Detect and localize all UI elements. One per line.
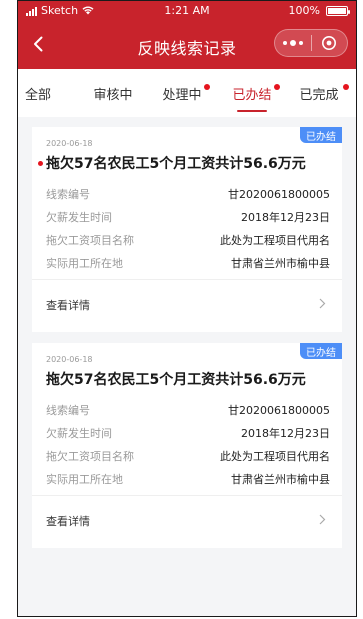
row-value: 此处为工程项目代用名 [220,450,330,463]
card-date: 2020-06-18 [46,139,93,148]
status-bar: Sketch 1:21 AM 100% [18,1,356,20]
row-key: 实际用工所在地 [46,473,123,486]
row-value: 甘2020061800005 [228,188,330,201]
unread-dot [204,84,210,90]
more-button[interactable] [275,30,311,56]
tab-label: 处理中 [162,87,202,103]
card-divider [32,279,342,280]
unread-dot [343,84,349,90]
card-title: 拖欠57名农民工5个月工资共计56.6万元 [38,153,306,173]
tab-label: 全部 [24,87,51,103]
card-title-text: 拖欠57名农民工5个月工资共计56.6万元 [46,372,306,388]
filter-tabs: 全部 审核中 处理中 已办结 已完成 [18,69,356,117]
row-value: 甘肃省兰州市榆中县 [231,257,330,270]
target-icon [322,36,337,50]
battery-percent: 100% [288,4,320,17]
row-key: 线索编号 [46,404,90,417]
view-detail-link[interactable]: 查看详情 [46,513,90,529]
info-row: 实际用工所在地 甘肃省兰州市榆中县 [46,469,330,489]
row-value: 此处为工程项目代用名 [220,234,330,247]
row-value: 甘2020061800005 [228,404,330,417]
card-divider [32,495,342,496]
navigation-bar: 反映线索记录 [18,20,356,69]
info-row: 拖欠工资项目名称 此处为工程项目代用名 [46,230,330,250]
card-title-text: 拖欠57名农民工5个月工资共计56.6万元 [46,156,306,172]
row-key: 拖欠工资项目名称 [46,450,134,463]
more-dot-right [298,41,303,45]
row-value: 2018年12月23日 [241,427,330,440]
info-row: 欠薪发生时间 2018年12月23日 [46,207,330,227]
tab-all[interactable]: 全部 [18,69,58,117]
card-title: 拖欠57名农民工5个月工资共计56.6万元 [46,369,306,389]
card-date: 2020-06-18 [46,355,93,364]
clue-card[interactable]: 2020-06-18 已办结 拖欠57名农民工5个月工资共计56.6万元 线索编… [32,343,342,548]
mini-program-capsule [274,29,348,57]
close-button[interactable] [312,30,348,56]
status-right: 100% [288,4,350,17]
battery-icon [326,5,350,16]
chevron-right-icon[interactable] [314,511,330,527]
info-row: 欠薪发生时间 2018年12月23日 [46,423,330,443]
phone-frame: Sketch 1:21 AM 100% 反映线索记录 全部 审核中 处理中 已办… [17,0,357,617]
status-badge: 已办结 [300,343,342,359]
chevron-right-icon[interactable] [314,295,330,311]
row-key: 拖欠工资项目名称 [46,234,134,247]
more-dots-icon [282,41,287,45]
more-dot-center [289,40,296,46]
info-row: 拖欠工资项目名称 此处为工程项目代用名 [46,446,330,466]
clue-card[interactable]: 2020-06-18 已办结 拖欠57名农民工5个月工资共计56.6万元 线索编… [32,127,342,332]
unread-dot [38,160,43,166]
status-badge: 已办结 [300,127,342,143]
row-key: 欠薪发生时间 [46,211,112,224]
info-row: 线索编号 甘2020061800005 [46,400,330,420]
tab-closed[interactable]: 已办结 [224,69,280,117]
app-header: Sketch 1:21 AM 100% 反映线索记录 [18,1,356,69]
tab-label: 已完成 [299,87,339,103]
row-key: 欠薪发生时间 [46,427,112,440]
info-row: 实际用工所在地 甘肃省兰州市榆中县 [46,253,330,273]
view-detail-link[interactable]: 查看详情 [46,297,90,313]
tab-label: 审核中 [93,87,133,103]
tab-label: 已办结 [232,87,272,103]
row-key: 线索编号 [46,188,90,201]
unread-dot [274,84,280,90]
info-row: 线索编号 甘2020061800005 [46,184,330,204]
row-value: 甘肃省兰州市榆中县 [231,473,330,486]
tab-processing[interactable]: 处理中 [154,69,210,117]
tab-completed[interactable]: 已完成 [291,69,349,117]
tab-reviewing[interactable]: 审核中 [88,69,138,117]
row-value: 2018年12月23日 [241,211,330,224]
row-key: 实际用工所在地 [46,257,123,270]
active-tab-underline [237,110,267,112]
